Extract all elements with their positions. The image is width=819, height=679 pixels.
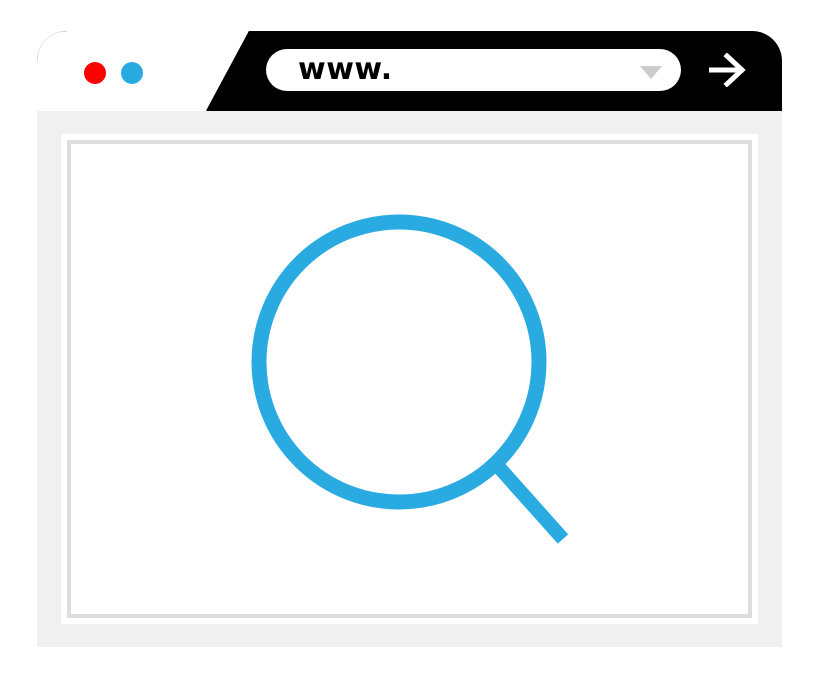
close-dot-button[interactable] [84, 62, 106, 84]
magnifying-glass-icon [251, 214, 569, 544]
address-bar-text[interactable]: www. [298, 49, 393, 91]
page-viewport [61, 134, 758, 624]
page-content-area [37, 111, 782, 647]
title-bar: www. [37, 31, 782, 111]
triangle-down-icon[interactable] [640, 66, 662, 80]
page-frame [67, 140, 752, 618]
address-bar[interactable]: www. [266, 49, 681, 91]
minimize-dot-button[interactable] [121, 62, 143, 84]
browser-window: www. [37, 31, 782, 647]
arrow-right-icon[interactable] [709, 53, 747, 87]
